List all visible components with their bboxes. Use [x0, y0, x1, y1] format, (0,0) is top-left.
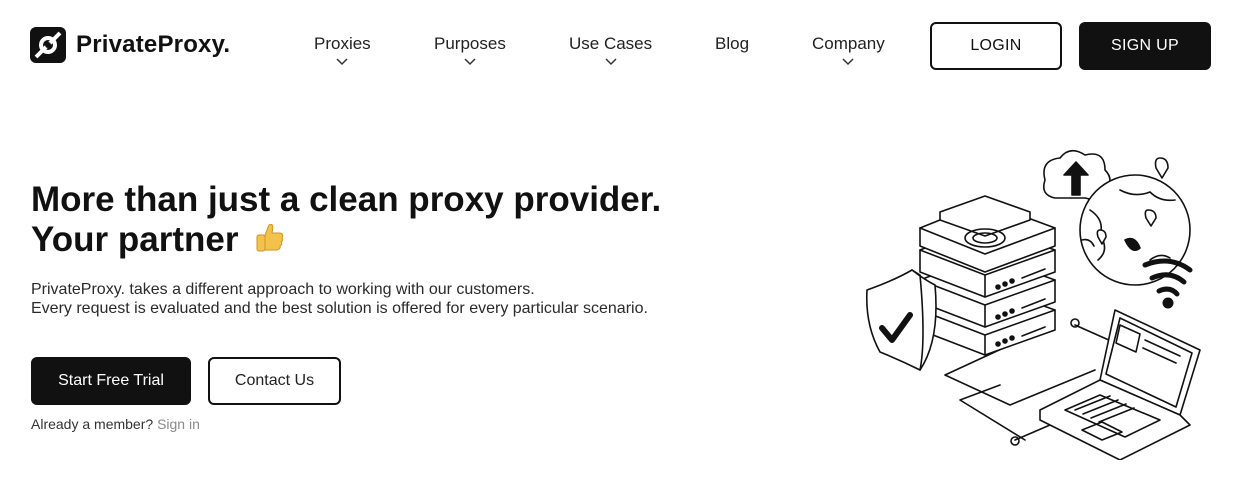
nav-label: Blog	[715, 34, 750, 53]
chevron-down-icon	[842, 58, 854, 66]
hero-title: More than just a clean proxy provider. Y…	[31, 180, 661, 260]
hero-desc-line-2: Every request is evaluated and the best …	[31, 300, 648, 317]
chevron-down-icon	[605, 58, 617, 66]
hero-illustration	[865, 149, 1201, 460]
shield-check-icon	[865, 269, 937, 371]
login-button[interactable]: LOGIN	[930, 22, 1062, 70]
nav-company[interactable]: Company	[812, 34, 885, 66]
contact-us-button[interactable]: Contact Us	[208, 357, 341, 405]
hero-title-line-2: Your partner	[31, 220, 661, 260]
nav-label: Use Cases	[569, 34, 653, 53]
logo-icon	[30, 27, 66, 63]
nav-label: Company	[812, 34, 885, 53]
hero-description: PrivateProxy. takes a different approach…	[31, 280, 648, 318]
member-prompt: Already a member? Sign in	[31, 416, 200, 432]
nav-use-cases[interactable]: Use Cases	[569, 34, 652, 66]
member-text: Already a member?	[31, 416, 154, 432]
nav-label: Purposes	[434, 34, 506, 53]
page: PrivateProxy. Proxies Purposes Use Cases…	[0, 0, 1241, 495]
signup-button[interactable]: SIGN UP	[1079, 22, 1211, 70]
hero-desc-line-1: PrivateProxy. takes a different approach…	[31, 281, 535, 298]
sign-in-link[interactable]: Sign in	[157, 416, 200, 432]
chevron-down-icon	[336, 58, 348, 66]
nav-purposes[interactable]: Purposes	[434, 34, 506, 66]
brand-logo[interactable]: PrivateProxy.	[30, 27, 230, 63]
hero-title-line-1: More than just a clean proxy provider.	[31, 180, 662, 219]
thumbs-up-icon	[256, 223, 284, 252]
nav-blog[interactable]: Blog	[715, 34, 749, 54]
nav-proxies[interactable]: Proxies	[314, 34, 371, 66]
start-free-trial-button[interactable]: Start Free Trial	[31, 357, 191, 405]
laptop-icon	[1039, 309, 1201, 460]
hero-title-partner: Your partner	[31, 220, 239, 259]
nav-label: Proxies	[314, 34, 371, 53]
server-stack-icon	[919, 195, 1056, 356]
chevron-down-icon	[464, 58, 476, 66]
logo-text: PrivateProxy.	[76, 31, 231, 58]
